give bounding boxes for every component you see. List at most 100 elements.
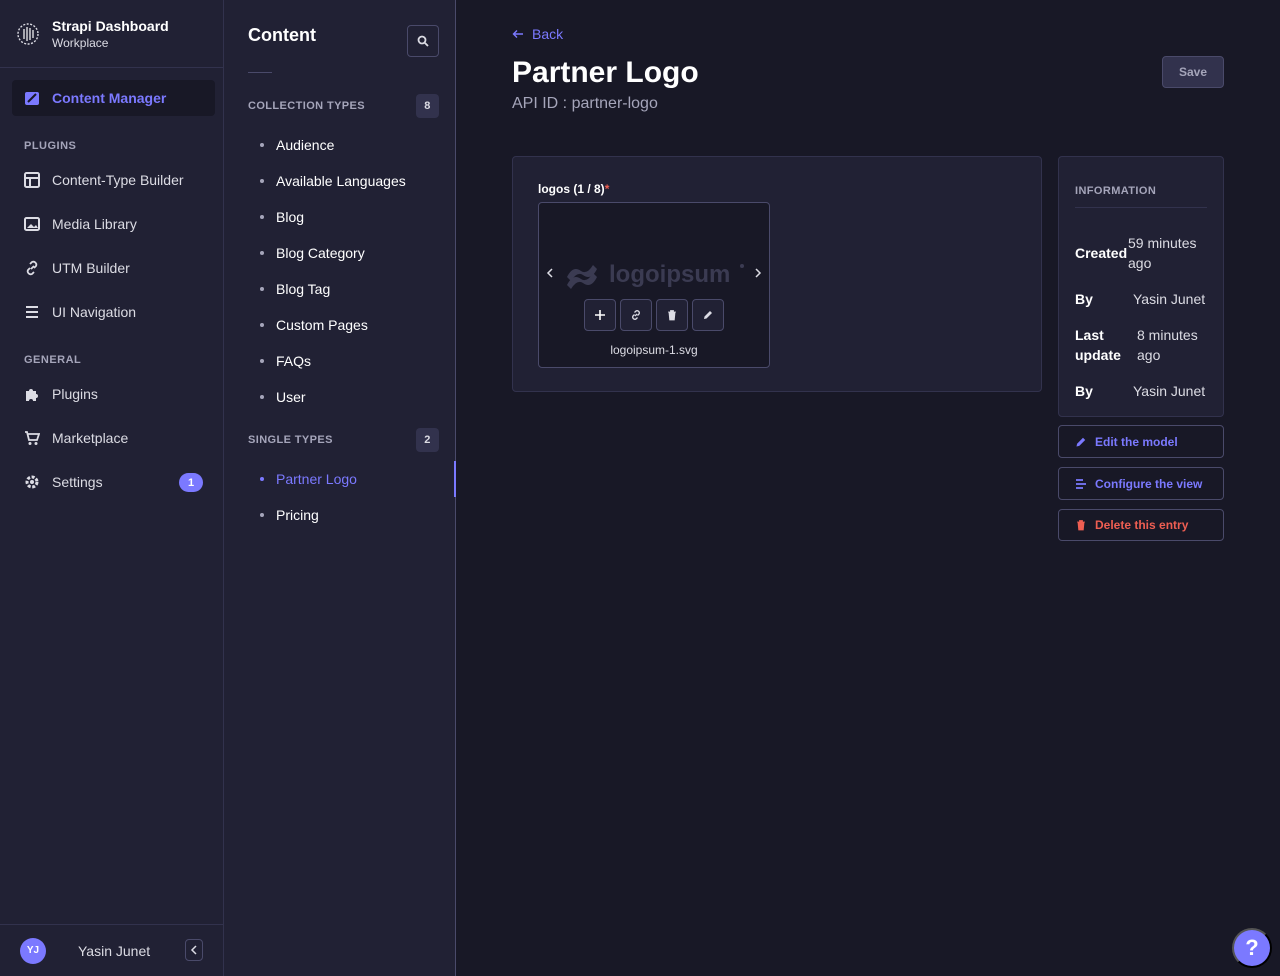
- subnav-item-custom-pages[interactable]: Custom Pages: [224, 307, 455, 343]
- bullet: [260, 143, 264, 147]
- page-title: Partner Logo: [512, 56, 699, 89]
- nav-item-label: Media Library: [52, 216, 137, 232]
- subnav-item-label: Pricing: [276, 507, 319, 523]
- media-carousel[interactable]: logoipsum logoipsum-1.svg: [538, 202, 770, 368]
- bullet: [260, 287, 264, 291]
- nav-item-marketplace[interactable]: Marketplace: [12, 420, 215, 456]
- last-update-value: 8 minutes ago: [1137, 327, 1198, 363]
- created-by-value: Yasin Junet: [1133, 291, 1206, 307]
- collection-types-heading[interactable]: COLLECTION TYPES 8: [224, 93, 455, 119]
- subnav-title: Content: [248, 25, 316, 45]
- image-icon: [24, 216, 40, 232]
- subnav-divider: [248, 72, 272, 73]
- nav-section-general: GENERAL: [24, 354, 82, 366]
- required-mark: *: [604, 182, 610, 196]
- help-button[interactable]: ?: [1232, 928, 1272, 968]
- puzzle-icon: [24, 386, 40, 402]
- arrow-left-icon: [512, 30, 523, 38]
- carousel-prev-button[interactable]: [544, 265, 556, 281]
- collapse-nav-button[interactable]: [185, 939, 203, 961]
- delete-entry-button[interactable]: Delete this entry: [1058, 509, 1224, 541]
- back-label: Back: [532, 26, 564, 42]
- logo-wordmark: logoipsum: [609, 261, 730, 288]
- delete-media-button[interactable]: [656, 299, 688, 331]
- back-link[interactable]: Back: [512, 26, 563, 42]
- subnav-item-blog-tag[interactable]: Blog Tag: [224, 271, 455, 307]
- subnav-item-blog[interactable]: Blog: [224, 199, 455, 235]
- nav-item-media-library[interactable]: Media Library: [12, 206, 215, 242]
- trash-icon: [668, 310, 676, 321]
- subnav-item-available-languages[interactable]: Available Languages: [224, 163, 455, 199]
- field-label: logos (1 / 8)*: [538, 182, 609, 196]
- subnav-item-partner-logo[interactable]: Partner Logo: [224, 461, 456, 497]
- subnav-item-label: Audience: [276, 137, 335, 153]
- information-heading: INFORMATION: [1075, 185, 1207, 208]
- info-row-last-update: Last update 8 minutes ago: [1075, 325, 1209, 365]
- user-bar: YJ Yasin Junet: [0, 924, 223, 976]
- bullet: [260, 179, 264, 183]
- subnav-item-audience[interactable]: Audience: [224, 127, 455, 163]
- content-subnav: Content COLLECTION TYPES 8 Audience Avai…: [224, 0, 456, 976]
- created-value: 59 minutes ago: [1128, 235, 1197, 271]
- collection-types-count: 8: [416, 94, 439, 118]
- by-label: By: [1075, 291, 1093, 307]
- layout-icon: [24, 172, 40, 188]
- bullet: [260, 395, 264, 399]
- field-label-text: logos (1 / 8): [538, 182, 605, 196]
- copy-link-button[interactable]: [620, 299, 652, 331]
- brand-subtitle: Workplace: [52, 35, 109, 50]
- brand-header[interactable]: Strapi Dashboard Workplace: [0, 0, 223, 68]
- carousel-next-button[interactable]: [752, 265, 764, 281]
- subnav-search-button[interactable]: [407, 25, 439, 57]
- bullet: [260, 251, 264, 255]
- file-name: logoipsum-1.svg: [610, 343, 698, 357]
- nav-item-plugins[interactable]: Plugins: [12, 376, 215, 412]
- nav-item-label: UTM Builder: [52, 260, 130, 276]
- nav-item-label: Settings: [52, 474, 103, 490]
- information-panel: INFORMATION Created 59 minutes ago By Ya…: [1058, 156, 1224, 417]
- subnav-item-label: Blog Tag: [276, 281, 331, 297]
- nav-item-settings[interactable]: Settings 1: [12, 464, 215, 500]
- bullet: [260, 359, 264, 363]
- nav-item-ui-navigation[interactable]: UI Navigation: [12, 294, 215, 330]
- bullet: [260, 477, 264, 481]
- collection-types-group: COLLECTION TYPES 8 Audience Available La…: [224, 93, 455, 415]
- link-icon: [24, 260, 40, 276]
- save-button[interactable]: Save: [1162, 56, 1224, 88]
- strapi-logo-icon: [17, 22, 39, 45]
- layout-lines-icon: [1075, 478, 1087, 490]
- avatar[interactable]: YJ: [20, 937, 46, 964]
- subnav-item-label: Custom Pages: [276, 317, 368, 333]
- single-types-count: 2: [416, 428, 439, 452]
- subnav-item-blog-category[interactable]: Blog Category: [224, 235, 455, 271]
- subnav-item-label: Partner Logo: [276, 471, 357, 487]
- group-heading-label: COLLECTION TYPES: [248, 100, 366, 112]
- subnav-item-label: FAQs: [276, 353, 312, 369]
- info-row-updated-by: By Yasin Junet: [1075, 381, 1209, 401]
- configure-view-button[interactable]: Configure the view: [1058, 467, 1224, 500]
- nav-item-label: Marketplace: [52, 430, 129, 446]
- single-types-group: SINGLE TYPES 2 Partner Logo Pricing: [224, 427, 456, 533]
- user-name[interactable]: Yasin Junet: [78, 943, 150, 959]
- edit-model-button[interactable]: Edit the model: [1058, 425, 1224, 458]
- subnav-item-faqs[interactable]: FAQs: [224, 343, 455, 379]
- subnav-item-label: User: [276, 389, 306, 405]
- subnav-item-user[interactable]: User: [224, 379, 455, 415]
- nav-item-label: Plugins: [52, 386, 98, 402]
- delete-entry-label: Delete this entry: [1095, 518, 1189, 532]
- nav-item-utm-builder[interactable]: UTM Builder: [12, 250, 215, 286]
- info-row-created-by: By Yasin Junet: [1075, 289, 1209, 309]
- trash-icon: [1075, 519, 1087, 531]
- search-icon: [417, 35, 429, 47]
- created-label: Created: [1075, 245, 1128, 261]
- chevron-right-icon: [755, 268, 762, 278]
- single-types-heading[interactable]: SINGLE TYPES 2: [224, 427, 455, 453]
- logo-preview-image: logoipsum: [563, 255, 747, 291]
- nav-item-content-manager[interactable]: Content Manager: [12, 80, 215, 116]
- add-media-button[interactable]: [584, 299, 616, 331]
- edit-media-button[interactable]: [692, 299, 724, 331]
- nav-item-content-type-builder[interactable]: Content-Type Builder: [12, 162, 215, 198]
- link-icon: [632, 310, 640, 320]
- subnav-item-pricing[interactable]: Pricing: [224, 497, 455, 533]
- group-heading-label: SINGLE TYPES: [248, 434, 333, 446]
